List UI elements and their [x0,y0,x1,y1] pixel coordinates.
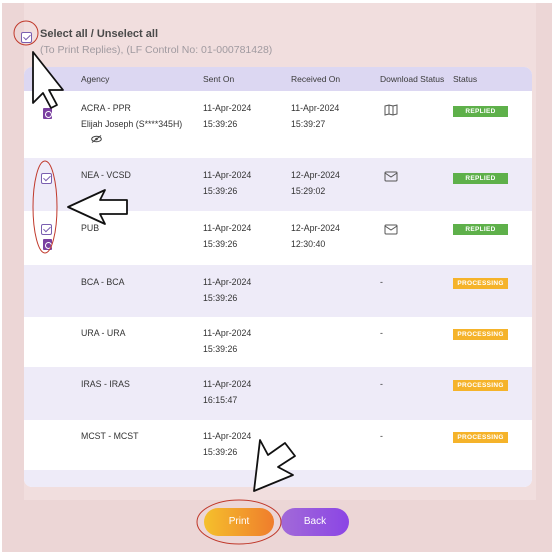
received-date: 12-Apr-2024 [291,223,340,233]
status-badge: PROCESSING [453,278,508,289]
status-badge: REPLIED [453,224,508,235]
print-button[interactable]: Print [204,508,274,536]
select-all-checkbox-wrapper[interactable] [21,27,32,47]
mail-icon[interactable] [384,171,398,184]
row-checkbox[interactable] [41,173,52,184]
col-header-status: Status [453,74,478,84]
status-badge: PROCESSING [453,380,508,391]
received-time: 12:30:40 [291,238,326,249]
sent-date: 11-Apr-2024 [203,103,252,113]
received-time: 15:39:27 [291,118,326,129]
received-date: 11-Apr-2024 [291,103,340,113]
table-row: MCST - MCST 11-Apr-2024 15:39:26 - PROCE… [24,420,532,470]
sent-time: 15:39:26 [203,446,238,457]
map-icon[interactable] [384,104,398,118]
pdf-icon[interactable] [43,239,52,250]
sent-time: 15:39:26 [203,238,238,249]
agency-name: NEA - VCSD [81,170,131,180]
status-badge: PROCESSING [453,329,508,340]
col-header-sent-on: Sent On [203,74,235,84]
col-header-received-on: Received On [291,74,341,84]
table-row: NEA - VCSD 11-Apr-2024 15:39:26 12-Apr-2… [24,158,532,211]
pdf-icon[interactable] [43,108,52,119]
received-time: 15:29:02 [291,185,326,196]
table-row [24,470,532,487]
hidden-eye-icon[interactable] [91,133,102,143]
table-row: URA - URA 11-Apr-2024 15:39:26 - PROCESS… [24,317,532,367]
sent-date: 11-Apr-2024 [203,277,252,287]
agency-name: BCA - BCA [81,277,125,287]
download-status: - [380,328,383,338]
agency-name: MCST - MCST [81,431,139,441]
download-status: - [380,431,383,441]
agency-name: IRAS - IRAS [81,379,130,389]
print-hint-text: (To Print Replies), (LF Control No: 01-0… [40,44,273,56]
sent-time: 15:39:26 [203,343,238,354]
sent-time: 15:39:26 [203,118,238,129]
table-row: PUB 11-Apr-2024 15:39:26 12-Apr-2024 12:… [24,211,532,265]
received-date: 12-Apr-2024 [291,170,340,180]
download-status: - [380,277,383,287]
sent-date: 11-Apr-2024 [203,223,252,233]
agency-applicant: Elijah Joseph (S****345H) [81,118,183,129]
table-row: BCA - BCA 11-Apr-2024 15:39:26 - PROCESS… [24,265,532,317]
sent-date: 11-Apr-2024 [203,379,252,389]
select-all-label[interactable]: Select all / Unselect all [40,28,158,40]
row-checkbox[interactable] [41,224,52,235]
agency-name: PUB [81,223,100,233]
back-button[interactable]: Back [281,508,349,536]
sent-date: 11-Apr-2024 [203,170,252,180]
status-badge: REPLIED [453,173,508,184]
sent-time: 16:15:47 [203,394,238,405]
sent-date: 11-Apr-2024 [203,328,252,338]
agency-name: ACRA - PPR [81,103,131,113]
col-header-agency: Agency [81,74,110,84]
sent-time: 15:39:26 [203,292,238,303]
mail-icon[interactable] [384,224,398,237]
status-badge: REPLIED [453,106,508,117]
table-header: Agency Sent On Received On Download Stat… [24,67,532,91]
col-header-download-status: Download Status [380,74,445,84]
status-badge: PROCESSING [453,432,508,443]
table-row: ACRA - PPR Elijah Joseph (S****345H) 11-… [24,91,532,158]
replies-table: Agency Sent On Received On Download Stat… [24,67,532,487]
table-row: IRAS - IRAS 11-Apr-2024 16:15:47 - PROCE… [24,367,532,420]
sent-time: 15:39:26 [203,185,238,196]
select-all-checkbox[interactable] [21,31,32,43]
download-status: - [380,379,383,389]
sent-date: 11-Apr-2024 [203,431,252,441]
agency-name: URA - URA [81,328,126,338]
